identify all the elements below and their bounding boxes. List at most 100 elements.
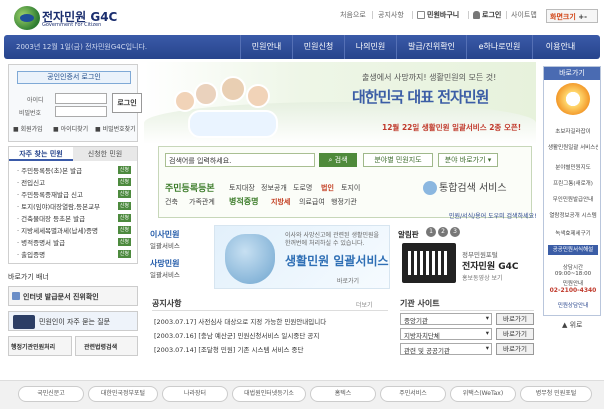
go-button[interactable]: 바로가기: [496, 328, 534, 340]
signup-link[interactable]: ■ 회원가입: [13, 124, 43, 133]
rail-item[interactable]: 열람정보공개 시스템: [548, 211, 598, 219]
doc-verify-banner[interactable]: 인터넷 발급문서 진위확인: [8, 286, 138, 306]
password-input[interactable]: [55, 106, 107, 117]
nav-tab-guide[interactable]: 민원안내: [240, 35, 292, 59]
keyword-link[interactable]: 도로명: [293, 183, 312, 193]
keyword-link[interactable]: 정보공개: [261, 183, 287, 193]
list-item[interactable]: · 토지(임야)대장열람,등본교부 신청: [17, 201, 135, 212]
notice-row[interactable]: [2003.07.17] 사전심사 대상으로 지정 가능한 민원안내입니다: [154, 316, 326, 326]
integrated-search-logo[interactable]: 통합검색 서비스: [423, 179, 507, 195]
search-button[interactable]: ⌕ 검색: [319, 153, 357, 167]
font-size-control[interactable]: 화면크기 +-: [546, 9, 598, 23]
footer-link[interactable]: 국민신문고: [18, 386, 84, 402]
util-sitemap-link[interactable]: 사이트맵: [511, 10, 537, 22]
find-id-link[interactable]: ■ 아이디찾기: [53, 124, 88, 133]
page-dot[interactable]: 2: [438, 227, 448, 237]
banner-notice[interactable]: 12월 22일 생활민원 일괄서비스 2종 오픈!: [382, 122, 521, 133]
cert-login-button[interactable]: 공인인증서 로그인: [17, 71, 131, 84]
apply-badge[interactable]: 신청: [117, 214, 131, 222]
rail-item[interactable]: 무인민원발급안내: [548, 195, 598, 203]
nav-tab-help[interactable]: 이용안내: [532, 35, 588, 59]
rail-item[interactable]: 프린그통(새로개): [548, 179, 598, 187]
ad-more-link[interactable]: 바로가기: [337, 276, 359, 285]
site-select[interactable]: 중앙기관 ▾: [400, 313, 492, 325]
list-item[interactable]: · 지방세세목별과세(납세)증명 신청: [17, 225, 135, 236]
faq-banner[interactable]: 민원인이 자주 묻는 질문: [8, 311, 138, 331]
rail-item[interactable]: 분야별민원지도: [548, 163, 598, 171]
keyword-link[interactable]: 가족관계: [189, 197, 215, 207]
nav-tab-apply[interactable]: 민원신청: [292, 35, 344, 59]
keyword-link[interactable]: 법인: [321, 183, 334, 193]
site-logo[interactable]: 전자민원 G4C Government For Citizen: [14, 6, 124, 32]
go-button[interactable]: 바로가기: [496, 343, 534, 355]
rail-item[interactable]: 공공민원서식해설: [548, 245, 598, 255]
consult-link[interactable]: 민원상담안내: [548, 301, 598, 309]
footer-link[interactable]: 홈텍스: [310, 386, 376, 402]
keyword-link[interactable]: 토지이: [341, 183, 360, 193]
keyword-link[interactable]: 행정기관: [331, 197, 357, 207]
notice-row[interactable]: [2003.07.16] [충남 예산군] 민원신청서비스 일시중단 공지: [154, 330, 319, 340]
list-item[interactable]: · 주민등록증재발급 신고 신청: [17, 189, 135, 200]
page-dot[interactable]: 3: [450, 227, 460, 237]
util-basket-link[interactable]: 민원바구니: [427, 10, 459, 22]
category-map-button[interactable]: 분야별 민원지도: [363, 153, 433, 167]
go-button[interactable]: 바로가기: [496, 313, 534, 325]
quick-category-select[interactable]: 분야 바로가기 ▾: [438, 153, 498, 167]
agency-process-banner[interactable]: 행정기관민원처리: [8, 336, 72, 356]
util-login-link[interactable]: 로그인: [482, 10, 501, 22]
notice-row[interactable]: [2003.07.14] [조달청 민원] 기존 시스템 서비스 중단: [154, 344, 303, 354]
list-item[interactable]: · 주민등록등(초)본 발급 신청: [17, 165, 135, 176]
list-item[interactable]: · 건축물대장 등초본 발급 신청: [17, 213, 135, 224]
find-pw-link[interactable]: ■ 비밀번호찾기: [95, 124, 136, 133]
apply-badge[interactable]: 신청: [117, 166, 131, 174]
apply-badge[interactable]: 신청: [117, 202, 131, 210]
login-button[interactable]: 로그인: [112, 93, 142, 113]
list-item[interactable]: · 전입신고 신청: [17, 177, 135, 188]
moving-civil-link[interactable]: 이사민원: [150, 229, 210, 240]
keyword-link[interactable]: 병적증명: [229, 196, 258, 207]
notice-more-link[interactable]: 더보기: [356, 300, 373, 309]
apply-badge[interactable]: 신청: [117, 178, 131, 186]
apply-badge[interactable]: 신청: [117, 190, 131, 198]
nav-tab-my[interactable]: 나의민원: [344, 35, 396, 59]
video-link[interactable]: 홍보동영상 보기: [462, 273, 503, 282]
util-notice-link[interactable]: 공지사항: [378, 10, 404, 22]
footer-link[interactable]: 나라장터: [162, 386, 228, 402]
keyword-link[interactable]: 의료급여: [299, 197, 325, 207]
list-item[interactable]: · 출입증명 신청: [17, 249, 135, 260]
list-item[interactable]: · 병적증명서 발급 신청: [17, 237, 135, 248]
keyword-link[interactable]: 주민등록등본: [165, 181, 215, 194]
keyword-link[interactable]: 지방세: [271, 197, 290, 207]
death-civil-link[interactable]: 사망민원: [150, 258, 210, 269]
footer-link[interactable]: 병무청 민원포털: [520, 386, 592, 402]
top-link[interactable]: ▲ 위로: [562, 320, 583, 330]
nav-tab-ehanaro[interactable]: e하나로민원: [466, 35, 532, 59]
keyword-link[interactable]: 건축: [165, 197, 178, 207]
search-input[interactable]: 검색어를 입력하세요.: [165, 153, 315, 167]
law-search-banner[interactable]: 관련법령검색: [75, 336, 138, 356]
footer-link[interactable]: 대한민국정부포털: [88, 386, 158, 402]
site-select[interactable]: 지방자치단체 ▾: [400, 328, 492, 340]
footer-link[interactable]: 대법원인터넷등기소: [232, 386, 306, 402]
apply-badge[interactable]: 신청: [117, 238, 131, 246]
footer-link[interactable]: 위택스(WeTax): [450, 386, 516, 402]
nav-tab-issue[interactable]: 발급/진위확인: [396, 35, 466, 59]
keyword-link[interactable]: 토지대장: [229, 183, 255, 193]
footer-links: 국민신문고 대한민국정부포털 나라장터 대법원인터넷등기소 홈텍스 주민서비스 …: [0, 380, 604, 409]
rail-item[interactable]: 녹색효제세구기: [548, 229, 598, 237]
apply-badge[interactable]: 신청: [117, 250, 131, 258]
page-dot[interactable]: 1: [426, 227, 436, 237]
hero-banner[interactable]: 출생에서 사망까지! 생활민원의 모든 것! 대한민국 대표 전자민원 12월 …: [144, 62, 536, 144]
tab-frequent[interactable]: 자주 찾는 민원: [9, 147, 73, 161]
minus-icon[interactable]: -: [584, 13, 587, 21]
footer-link[interactable]: 주민서비스: [380, 386, 446, 402]
tab-applied[interactable]: 신청한 민원: [73, 147, 137, 161]
life-service-banner[interactable]: 이사와 사망신고에 관련된 생활민원을 한꺼번에 처리하실 수 있습니다. 생활…: [214, 225, 390, 289]
rail-item[interactable]: 초보자길라잡이: [548, 127, 598, 135]
rail-item[interactable]: 생활민원일괄 서비스신청하기: [548, 143, 598, 151]
id-input[interactable]: [55, 93, 107, 104]
util-home-link[interactable]: 처음으로: [340, 10, 366, 22]
guide-search-link[interactable]: 민원/서식/용어 도우미 검색하세요!: [449, 211, 537, 220]
apply-badge[interactable]: 신청: [117, 226, 131, 234]
site-select[interactable]: 관련 및 공공기관 ▾: [400, 343, 492, 355]
